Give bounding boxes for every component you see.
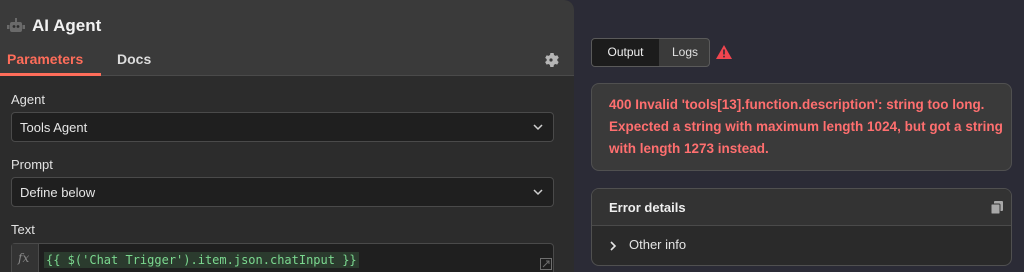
parameters-panel: AI Agent Parameters Docs Agent Tools Age… bbox=[0, 0, 574, 272]
active-tab-indicator bbox=[0, 73, 101, 76]
output-logs-switch: Output Logs bbox=[591, 38, 710, 67]
error-message: 400 Invalid 'tools[13].function.descript… bbox=[609, 97, 1003, 156]
panel-header: AI Agent Parameters Docs bbox=[0, 0, 574, 76]
node-title: AI Agent bbox=[32, 16, 102, 35]
agent-label: Agent bbox=[11, 92, 45, 107]
expand-icon[interactable] bbox=[540, 258, 552, 270]
text-label: Text bbox=[11, 222, 35, 237]
prompt-select[interactable]: Define below bbox=[11, 177, 554, 207]
prompt-label: Prompt bbox=[11, 157, 53, 172]
chevron-down-icon bbox=[533, 124, 543, 131]
other-info-row[interactable]: Other info bbox=[592, 226, 1011, 264]
robot-icon bbox=[7, 18, 25, 32]
output-panel: Output Logs 400 Invalid 'tools[13].funct… bbox=[574, 0, 1024, 272]
fx-label: fx bbox=[18, 251, 30, 265]
error-details-panel: Error details Other info bbox=[591, 188, 1012, 266]
tab-logs[interactable]: Logs bbox=[659, 39, 709, 66]
agent-select-value: Tools Agent bbox=[20, 120, 88, 135]
warning-icon bbox=[716, 45, 732, 59]
fx-indicator: fx bbox=[12, 244, 39, 272]
agent-select[interactable]: Tools Agent bbox=[11, 112, 554, 142]
error-details-header: Error details bbox=[592, 189, 1011, 226]
error-details-title: Error details bbox=[609, 200, 686, 215]
gear-icon[interactable] bbox=[543, 52, 559, 68]
error-message-box: 400 Invalid 'tools[13].function.descript… bbox=[591, 83, 1012, 171]
tab-docs[interactable]: Docs bbox=[117, 51, 151, 67]
copy-icon[interactable] bbox=[991, 201, 1003, 214]
tab-parameters[interactable]: Parameters bbox=[7, 51, 83, 67]
prompt-select-value: Define below bbox=[20, 185, 96, 200]
chevron-down-icon bbox=[533, 189, 543, 196]
text-expression-field[interactable]: fx {{ $('Chat Trigger').item.json.chatIn… bbox=[11, 243, 554, 272]
expression-code[interactable]: {{ $('Chat Trigger').item.json.chatInput… bbox=[44, 252, 359, 268]
workflow-node-editor: AI Agent Parameters Docs Agent Tools Age… bbox=[0, 0, 1024, 272]
tab-output[interactable]: Output bbox=[592, 39, 659, 66]
chevron-right-icon bbox=[610, 241, 617, 251]
other-info-label: Other info bbox=[629, 237, 687, 252]
